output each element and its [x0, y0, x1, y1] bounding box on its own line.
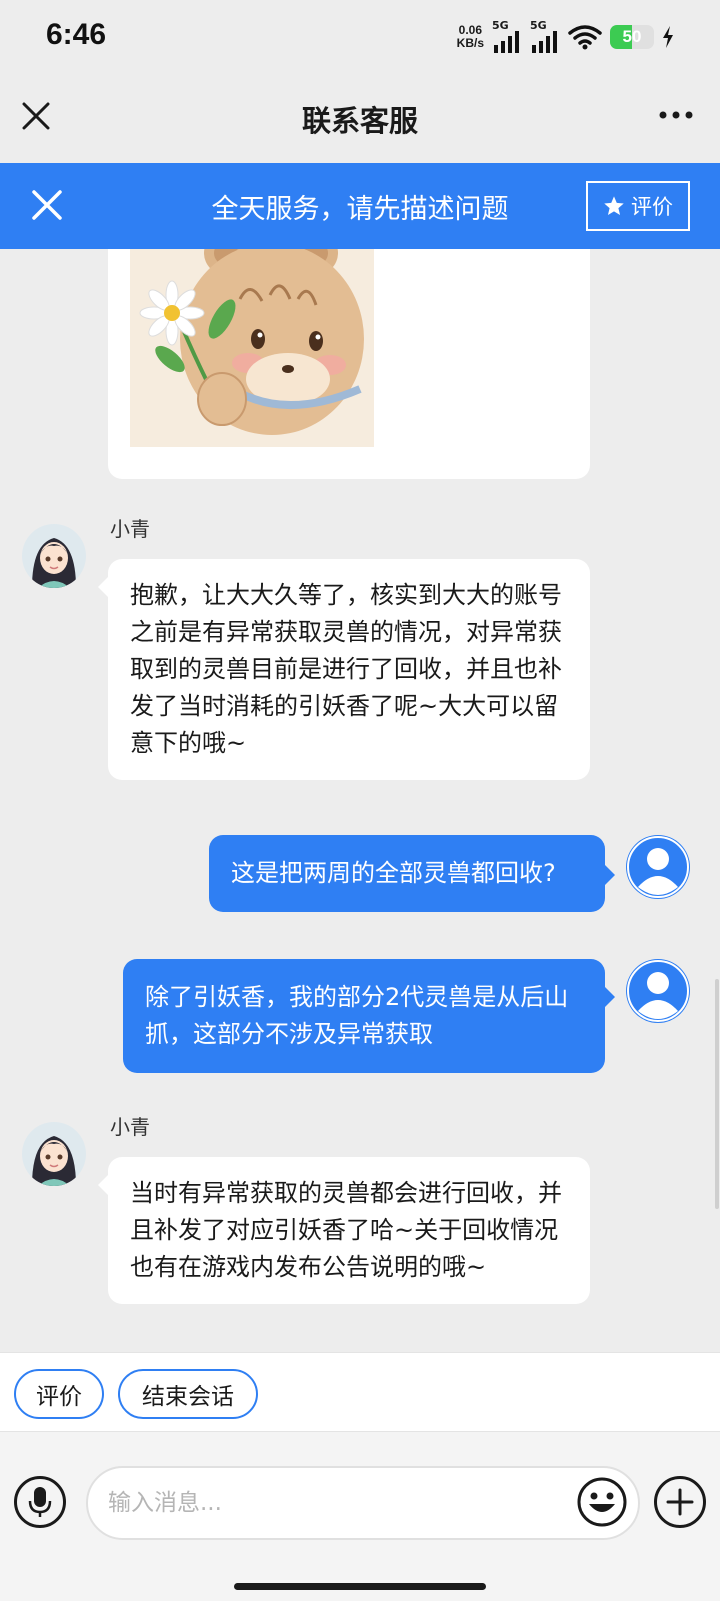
user-message: 这是把两周的全部灵兽都回收?	[209, 835, 615, 912]
rate-button[interactable]: 评价	[586, 181, 690, 231]
signal-bars-icon	[532, 31, 557, 53]
user-message: 除了引妖香，我的部分2代灵兽是从后山抓，这部分不涉及异常获取	[123, 959, 615, 1073]
user-avatar[interactable]	[626, 959, 690, 1023]
sim2-signal: 5G	[530, 19, 560, 53]
network-speed-unit: KB/s	[456, 36, 484, 50]
title-bar: 联系客服	[0, 76, 720, 163]
close-banner-icon[interactable]	[30, 188, 64, 222]
more-dots-icon[interactable]	[658, 108, 694, 122]
voice-button[interactable]	[14, 1476, 66, 1528]
status-time: 6:46	[46, 18, 107, 51]
scrollbar[interactable]	[715, 979, 719, 1209]
network-speed: 0.06 KB/s	[457, 24, 484, 50]
star-icon	[604, 196, 624, 215]
agent-message: 当时有异常获取的灵兽都会进行回收，并且补发了对应引妖香了哈~关于回收情况也有在游…	[98, 1157, 590, 1304]
microphone-icon	[28, 1487, 52, 1517]
agent-message-text: 当时有异常获取的灵兽都会进行回收，并且补发了对应引妖香了哈~关于回收情况也有在游…	[130, 1179, 562, 1281]
chat-area[interactable]: 小青 抱歉，让大大久等了，核实到大大的账号之前是有异常获取灵兽的情况，对异常获取…	[0, 249, 720, 1352]
message-input[interactable]	[86, 1466, 640, 1540]
battery-indicator: 50	[610, 25, 654, 49]
bear-sticker-image[interactable]	[130, 249, 374, 447]
agent-message: 抱歉，让大大久等了，核实到大大的账号之前是有异常获取灵兽的情况，对异常获取到的灵…	[98, 559, 590, 780]
bear-sticker-drawing	[139, 249, 364, 435]
bubble-tail	[98, 1175, 108, 1195]
emoji-icon[interactable]	[576, 1476, 628, 1528]
service-banner: 全天服务，请先描述问题 评价	[0, 163, 720, 249]
rate-button-label: 评价	[631, 195, 673, 219]
quick-actions-bar: 评价 结束会话	[0, 1352, 720, 1432]
status-icons: 0.06 KB/s 5G 5G 50	[457, 20, 674, 54]
agent-name: 小青	[110, 1115, 150, 1139]
more-options-button[interactable]	[654, 1476, 706, 1528]
signal-bars-icon	[494, 31, 519, 53]
plus-icon	[666, 1488, 694, 1516]
wifi-icon	[568, 25, 602, 50]
bubble-tail	[605, 987, 615, 1007]
status-bar: 6:46 0.06 KB/s 5G 5G 50	[0, 0, 720, 76]
user-message-text: 除了引妖香，我的部分2代灵兽是从后山抓，这部分不涉及异常获取	[145, 983, 569, 1048]
sim2-label: 5G	[530, 19, 547, 32]
bubble-tail	[605, 865, 615, 885]
rate-chip-button[interactable]: 评价	[14, 1369, 104, 1419]
sim1-label: 5G	[492, 19, 509, 32]
sim1-signal: 5G	[492, 19, 522, 53]
agent-image-message	[108, 249, 590, 479]
agent-avatar-image	[22, 1122, 86, 1186]
agent-avatar[interactable]	[22, 524, 86, 588]
bubble-tail	[98, 577, 108, 597]
user-message-text: 这是把两周的全部灵兽都回收?	[231, 859, 556, 887]
input-bar	[0, 1432, 720, 1601]
agent-name: 小青	[110, 517, 150, 541]
battery-level: 50	[622, 27, 642, 46]
page-title: 联系客服	[301, 104, 418, 138]
user-avatar-icon	[627, 836, 689, 898]
agent-avatar[interactable]	[22, 1122, 86, 1186]
home-indicator[interactable]	[234, 1583, 486, 1590]
agent-message-text: 抱歉，让大大久等了，核实到大大的账号之前是有异常获取灵兽的情况，对异常获取到的灵…	[130, 581, 562, 757]
end-session-button[interactable]: 结束会话	[118, 1369, 258, 1419]
agent-avatar-image	[22, 524, 86, 588]
user-avatar[interactable]	[626, 835, 690, 899]
banner-text: 全天服务，请先描述问题	[211, 194, 509, 225]
charging-bolt-icon	[663, 26, 673, 48]
user-avatar-icon	[627, 960, 689, 1022]
